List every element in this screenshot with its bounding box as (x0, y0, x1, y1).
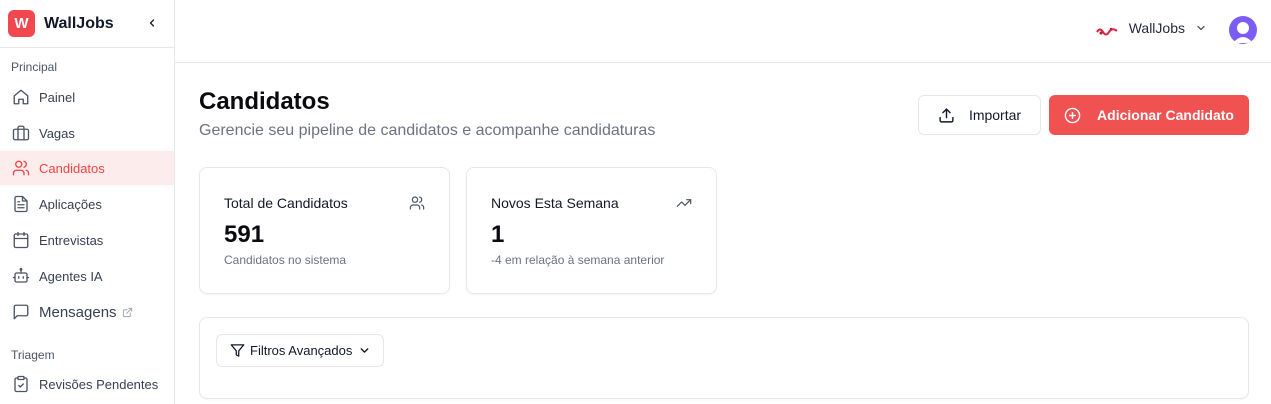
calendar-icon (11, 230, 31, 250)
sidebar-item-label: Mensagens (39, 303, 117, 321)
trending-up-icon (676, 195, 692, 211)
sidebar-item-candidatos[interactable]: Candidatos (0, 151, 174, 185)
avatar[interactable] (1229, 16, 1257, 44)
page-subtitle: Gerencie seu pipeline de candidatos e ac… (199, 122, 656, 139)
sidebar-item-label: Painel (39, 89, 76, 105)
filter-icon (230, 343, 245, 358)
top-bar: WallJobs (175, 0, 1271, 63)
sidebar-item-mensagens[interactable]: Mensagens (0, 295, 174, 329)
file-text-icon (11, 194, 31, 214)
sidebar-item-agentes-ia[interactable]: Agentes IA (0, 259, 174, 293)
sidebar-item-painel[interactable]: Painel (0, 80, 174, 114)
sidebar-item-entrevistas[interactable]: Entrevistas (0, 223, 174, 257)
stat-title: Novos Esta Semana (491, 195, 619, 211)
chevron-down-icon (1195, 22, 1207, 34)
brand-logo[interactable]: W (8, 10, 35, 37)
org-switcher[interactable]: WallJobs (1095, 20, 1207, 36)
sidebar-item-aplicacoes[interactable]: Aplicações (0, 187, 174, 221)
stat-title: Total de Candidatos (224, 195, 348, 211)
sidebar-item-label: Vagas (39, 125, 75, 141)
advanced-filters-label: Filtros Avançados (250, 343, 353, 358)
stat-description: Candidatos no sistema (224, 253, 347, 267)
sidebar-item-label: Aplicações (39, 196, 102, 212)
advanced-filters-button[interactable]: Filtros Avançados (216, 334, 384, 367)
briefcase-icon (11, 123, 31, 143)
home-icon (11, 87, 31, 107)
external-link-icon (122, 307, 133, 318)
sidebar-item-label: Revisões Pendentes (39, 376, 159, 392)
clipboard-check-icon (11, 374, 31, 394)
sidebar-item-label: Candidatos (39, 160, 105, 176)
sidebar: W WallJobs Principal Painel Vagas Candid… (0, 0, 175, 404)
users-icon (409, 195, 425, 211)
sidebar-item-revisoes-pendentes[interactable]: Revisões Pendentes (0, 367, 174, 401)
stat-description: -4 em relação à semana anterior (491, 253, 665, 267)
import-button-label: Importar (968, 107, 1022, 123)
bot-icon (11, 266, 31, 286)
import-button[interactable]: Importar (918, 95, 1041, 135)
stat-card-new-this-week: Novos Esta Semana 1 -4 em relação à sema… (466, 167, 717, 294)
org-name: WallJobs (1128, 20, 1185, 36)
message-square-icon (11, 302, 31, 322)
stat-value: 591 (224, 221, 265, 248)
users-icon (11, 158, 31, 178)
sidebar-item-label: Agentes IA (39, 268, 103, 284)
upload-icon (938, 107, 955, 124)
filters-panel: Filtros Avançados (199, 317, 1249, 399)
sidebar-item-vagas[interactable]: Vagas (0, 116, 174, 150)
chevron-down-icon (358, 344, 371, 357)
stat-value: 1 (491, 221, 505, 248)
sidebar-item-label: Entrevistas (39, 232, 104, 248)
brand-name: WallJobs (44, 14, 114, 32)
plus-circle-icon (1064, 107, 1081, 124)
brand: W WallJobs (0, 0, 174, 48)
page-title: Candidatos (199, 88, 330, 115)
stat-card-total: Total de Candidatos 591 Candidatos no si… (199, 167, 450, 294)
section-label-principal: Principal (11, 60, 58, 74)
chevron-left-icon[interactable] (144, 15, 160, 31)
add-candidate-button[interactable]: Adicionar Candidato (1049, 95, 1249, 135)
org-logo-icon (1095, 23, 1118, 36)
section-label-triagem: Triagem (11, 348, 55, 362)
add-candidate-button-label: Adicionar Candidato (1097, 107, 1234, 123)
user-icon (1233, 22, 1253, 43)
